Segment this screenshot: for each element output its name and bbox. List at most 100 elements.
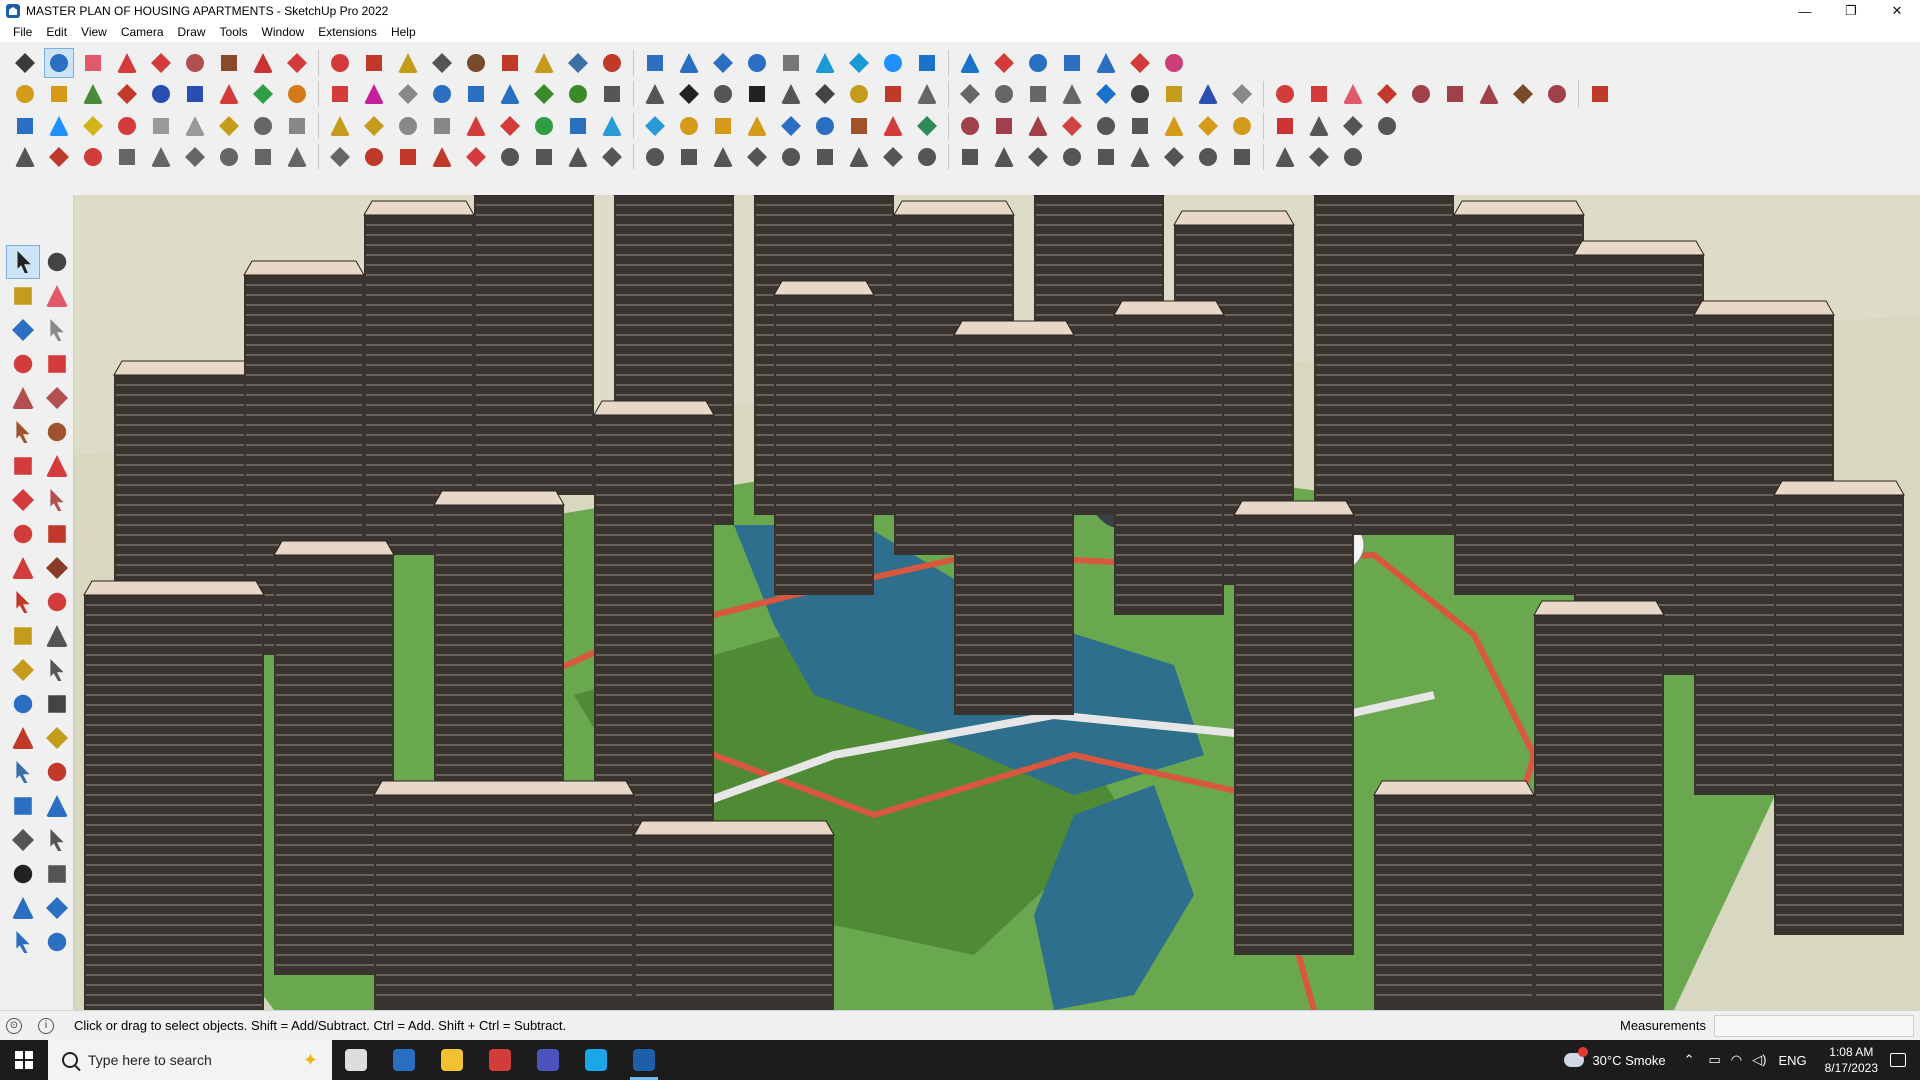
move-blue-button[interactable] (810, 111, 840, 141)
cross-blue-button[interactable] (563, 111, 593, 141)
look-around-tool-button[interactable] (40, 823, 74, 857)
cross-green-button[interactable] (529, 111, 559, 141)
arc-button[interactable] (146, 48, 176, 78)
house-4-button[interactable] (708, 79, 738, 109)
acrobat-taskbar-button[interactable] (476, 1040, 524, 1080)
tool-4u-button[interactable] (810, 142, 840, 172)
weather-icon[interactable] (1564, 1047, 1589, 1067)
tool-w-button[interactable] (1023, 111, 1053, 141)
menu-extensions[interactable]: Extensions (311, 22, 384, 42)
grid-button[interactable] (563, 79, 593, 109)
weather-text[interactable]: 30°C Smoke (1592, 1053, 1665, 1068)
select-arrow-button[interactable] (44, 48, 74, 78)
section-fill-button[interactable] (495, 79, 525, 109)
layers-tool-button[interactable] (6, 925, 40, 959)
zoom-button[interactable] (563, 48, 593, 78)
shadows-button[interactable] (708, 48, 738, 78)
pie-tool-button[interactable] (40, 483, 74, 517)
chevron-up-icon[interactable]: ⌃ (1684, 1052, 1695, 1068)
undo-button[interactable] (1091, 48, 1121, 78)
brush-button[interactable] (1338, 79, 1368, 109)
push-pull-tool-button[interactable] (40, 517, 74, 551)
zoom-tool-button[interactable] (6, 755, 40, 789)
tool-4q-button[interactable] (674, 142, 704, 172)
solid-b-button[interactable] (44, 111, 74, 141)
materials-button[interactable] (844, 48, 874, 78)
draw-red-button[interactable] (878, 79, 908, 109)
follow-me-button[interactable] (248, 48, 278, 78)
teams-taskbar-button[interactable] (524, 1040, 572, 1080)
tool-z-button[interactable] (1125, 111, 1155, 141)
tool-5a-button[interactable] (1023, 142, 1053, 172)
tool-x-button[interactable] (1057, 111, 1087, 141)
outliner-button[interactable] (912, 48, 942, 78)
tool-4f-button[interactable] (282, 142, 312, 172)
text-tool-button[interactable] (40, 653, 74, 687)
measurements-input[interactable] (1714, 1015, 1914, 1037)
line-tool-button[interactable] (6, 347, 40, 381)
tool-4m-button[interactable] (529, 142, 559, 172)
tool-4t-button[interactable] (776, 142, 806, 172)
rotate-button[interactable] (325, 48, 355, 78)
orbit-nav-tool-button[interactable] (6, 721, 40, 755)
chain-button[interactable] (461, 111, 491, 141)
walk-tool-button[interactable] (6, 857, 40, 891)
tool-5g-button[interactable] (1227, 142, 1257, 172)
shadows-tool-button[interactable] (40, 891, 74, 925)
menu-draw[interactable]: Draw (171, 22, 213, 42)
material-c-button[interactable] (1508, 79, 1538, 109)
pan-button[interactable] (529, 48, 559, 78)
move-tool-button[interactable] (6, 517, 40, 551)
shape-6-button[interactable] (1125, 79, 1155, 109)
circle-tool-button[interactable] (6, 415, 40, 449)
language-indicator[interactable]: ENG (1778, 1053, 1806, 1068)
house-3-button[interactable] (674, 79, 704, 109)
zoom-window-tool-button[interactable] (40, 755, 74, 789)
file-explorer-taskbar-button[interactable] (428, 1040, 476, 1080)
axes-tool-button[interactable] (6, 687, 40, 721)
tools-d-button[interactable] (146, 111, 176, 141)
tool-5b-button[interactable] (1057, 142, 1087, 172)
front-view-button[interactable] (78, 79, 108, 109)
push-f-button[interactable] (359, 79, 389, 109)
rotate-tool-button[interactable] (6, 551, 40, 585)
polygon-tool-button[interactable] (40, 415, 74, 449)
tool-4v-button[interactable] (844, 142, 874, 172)
paint-tool-button[interactable] (6, 279, 40, 313)
tool-4j-button[interactable] (427, 142, 457, 172)
wall-button[interactable] (359, 111, 389, 141)
color-picker-button[interactable] (112, 111, 142, 141)
fog-tool-button[interactable] (40, 925, 74, 959)
tool-u-button[interactable] (955, 111, 985, 141)
tool-l-button[interactable] (427, 111, 457, 141)
sketchup-taskbar-button[interactable] (620, 1040, 668, 1080)
pan-tool-button[interactable] (40, 721, 74, 755)
dimension-tool-button[interactable] (40, 619, 74, 653)
car-button[interactable] (78, 142, 108, 172)
material-a-button[interactable] (1440, 79, 1470, 109)
tool-4z-button[interactable] (989, 142, 1019, 172)
two-point-arc-tool-button[interactable] (40, 449, 74, 483)
sort-up-button[interactable] (955, 48, 985, 78)
push-n-button[interactable] (282, 79, 312, 109)
arc-yellow-button[interactable] (708, 111, 738, 141)
move-button[interactable] (282, 48, 312, 78)
3d-text-tool-button[interactable] (40, 687, 74, 721)
line-a-button[interactable] (44, 142, 74, 172)
tool-4i-button[interactable] (393, 142, 423, 172)
roof-button[interactable] (640, 111, 670, 141)
section-plane-button[interactable] (427, 79, 457, 109)
tool-y-button[interactable] (1091, 111, 1121, 141)
tool-4r-button[interactable] (708, 142, 738, 172)
styles-tool-button[interactable] (6, 891, 40, 925)
cross-red-button[interactable] (495, 111, 525, 141)
window-button[interactable] (282, 111, 312, 141)
orbit-button[interactable] (495, 48, 525, 78)
styles-button[interactable] (640, 48, 670, 78)
door-button[interactable] (325, 111, 355, 141)
tool-v-button[interactable] (989, 111, 1019, 141)
shape-7-button[interactable] (1159, 79, 1189, 109)
tool-4l-button[interactable] (495, 142, 525, 172)
house-2-button[interactable] (640, 79, 670, 109)
tool-5d-button[interactable] (1125, 142, 1155, 172)
